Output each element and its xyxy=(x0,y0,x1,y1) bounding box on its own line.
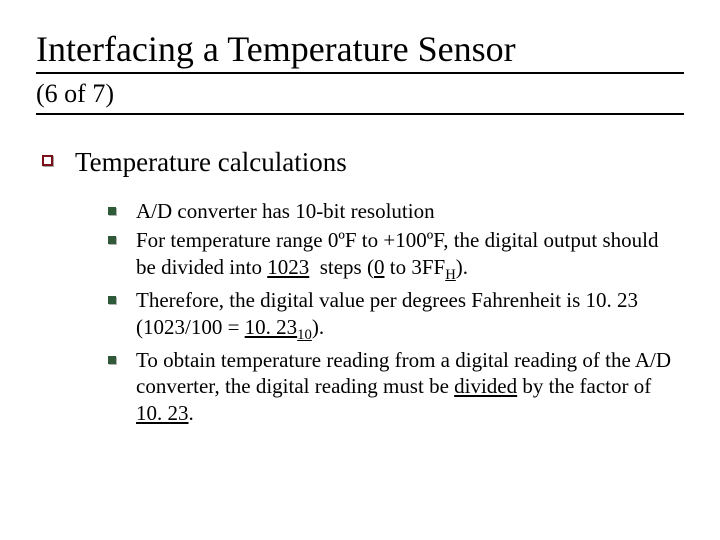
square-outline-icon xyxy=(42,155,53,166)
list-item: Therefore, the digital value per degrees… xyxy=(108,287,674,345)
list-item-text: A/D converter has 10-bit resolution xyxy=(136,198,435,225)
bullet-level1: Temperature calculations xyxy=(42,145,684,180)
square-filled-icon xyxy=(108,356,116,364)
square-filled-icon xyxy=(108,236,116,244)
list-item-text: Therefore, the digital value per degrees… xyxy=(136,287,674,345)
slide-subtitle: (6 of 7) xyxy=(36,78,684,115)
slide: Interfacing a Temperature Sensor (6 of 7… xyxy=(0,0,720,540)
level1-text: Temperature calculations xyxy=(75,145,347,180)
list-item: To obtain temperature reading from a dig… xyxy=(108,347,674,428)
square-filled-icon xyxy=(108,207,116,215)
slide-title: Interfacing a Temperature Sensor xyxy=(36,30,684,74)
square-filled-icon xyxy=(108,296,116,304)
list-item-text: For temperature range 0ºF to +100ºF, the… xyxy=(136,227,674,285)
list-item: For temperature range 0ºF to +100ºF, the… xyxy=(108,227,674,285)
list-item: A/D converter has 10-bit resolution xyxy=(108,198,674,225)
list-item-text: To obtain temperature reading from a dig… xyxy=(136,347,674,428)
level2-list: A/D converter has 10-bit resolution For … xyxy=(108,198,674,427)
